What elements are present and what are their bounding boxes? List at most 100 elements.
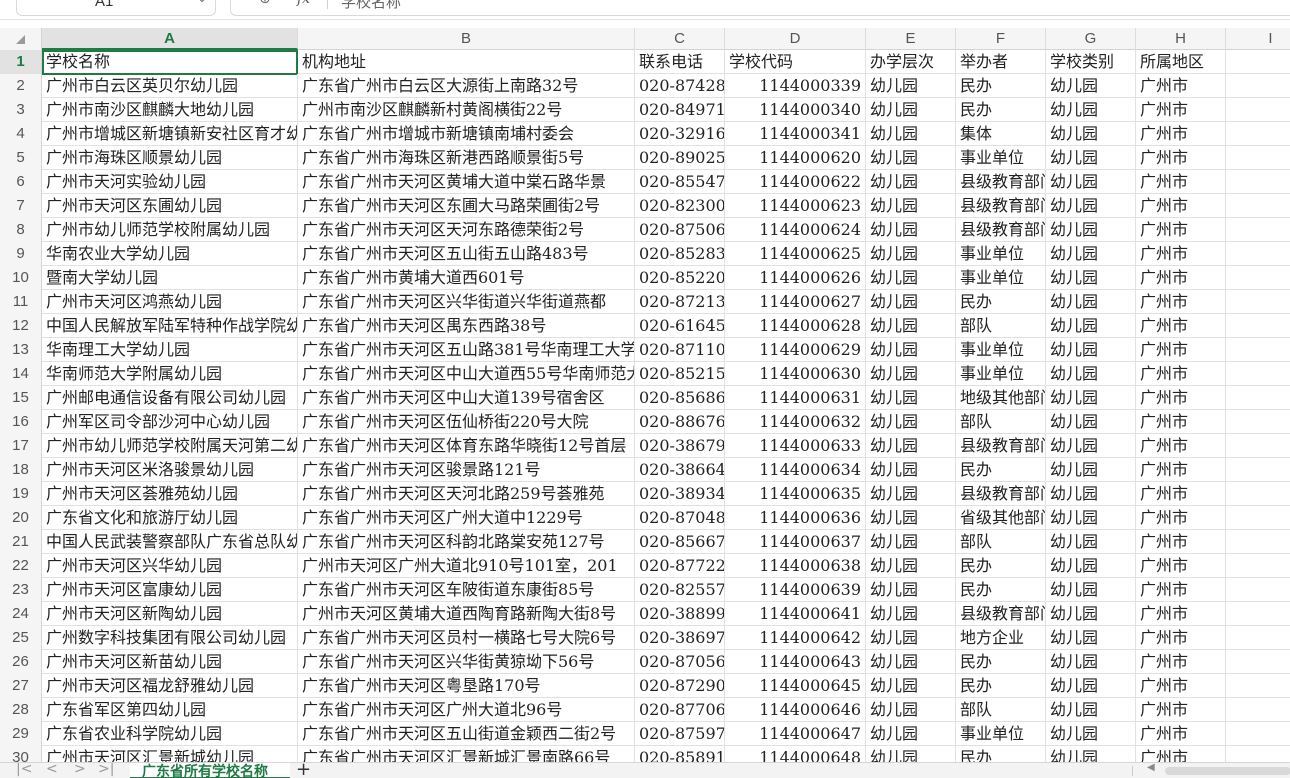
cell-g[interactable]: 幼儿园 xyxy=(1046,290,1136,314)
chevron-down-icon[interactable]: ⌄ xyxy=(197,0,207,5)
cell-g[interactable]: 幼儿园 xyxy=(1046,434,1136,458)
cell-g[interactable]: 幼儿园 xyxy=(1046,626,1136,650)
cell-f[interactable]: 地级其他部门 xyxy=(956,386,1046,410)
cell-a[interactable]: 广州市天河区新陶幼儿园 xyxy=(42,602,298,626)
cell-h[interactable]: 广州市 xyxy=(1136,194,1226,218)
cell-d[interactable]: 1144000643 xyxy=(725,650,866,674)
cell-f[interactable]: 举办者 xyxy=(956,50,1046,74)
row-header[interactable]: 15 xyxy=(0,386,42,410)
cell-g[interactable]: 幼儿园 xyxy=(1046,98,1136,122)
cell-d[interactable]: 1144000622 xyxy=(725,170,866,194)
cell-h[interactable]: 广州市 xyxy=(1136,242,1226,266)
cell-i[interactable] xyxy=(1226,410,1290,434)
cell-i[interactable] xyxy=(1226,338,1290,362)
cell-c[interactable]: 020-38679531 xyxy=(635,434,725,458)
cell-e[interactable]: 幼儿园 xyxy=(866,218,956,242)
cell-d[interactable]: 1144000633 xyxy=(725,434,866,458)
cell-f[interactable]: 民办 xyxy=(956,98,1046,122)
cell-h[interactable]: 广州市 xyxy=(1136,506,1226,530)
cell-e[interactable]: 幼儿园 xyxy=(866,314,956,338)
row-header[interactable]: 20 xyxy=(0,506,42,530)
zoom-icon[interactable]: ⊕ xyxy=(259,0,271,7)
cell-g[interactable]: 幼儿园 xyxy=(1046,530,1136,554)
cell-f[interactable]: 部队 xyxy=(956,530,1046,554)
cell-i[interactable] xyxy=(1226,602,1290,626)
cell-b[interactable]: 广东省广州市天河区伍仙桥街220号大院 xyxy=(298,410,635,434)
cell-f[interactable]: 民办 xyxy=(956,650,1046,674)
cell-e[interactable]: 幼儿园 xyxy=(866,266,956,290)
cell-e[interactable]: 幼儿园 xyxy=(866,362,956,386)
cell-a[interactable]: 广州市天河区荟雅苑幼儿园 xyxy=(42,482,298,506)
cell-f[interactable]: 地方企业 xyxy=(956,626,1046,650)
cell-e[interactable]: 幼儿园 xyxy=(866,122,956,146)
cell-a[interactable]: 广州市天河实验幼儿园 xyxy=(42,170,298,194)
cell-c[interactable]: 020-85686237 xyxy=(635,386,725,410)
row-header[interactable]: 21 xyxy=(0,530,42,554)
row-header[interactable]: 5 xyxy=(0,146,42,170)
cell-e[interactable]: 幼儿园 xyxy=(866,338,956,362)
cell-e[interactable]: 幼儿园 xyxy=(866,410,956,434)
cell-h[interactable]: 广州市 xyxy=(1136,410,1226,434)
cell-b[interactable]: 机构地址 xyxy=(298,50,635,74)
cell-c[interactable]: 020-89025913 xyxy=(635,146,725,170)
cell-g[interactable]: 幼儿园 xyxy=(1046,386,1136,410)
cell-g[interactable]: 幼儿园 xyxy=(1046,650,1136,674)
cell-b[interactable]: 广州市天河区广州大道北910号101室，201 xyxy=(298,554,635,578)
cell-e[interactable]: 幼儿园 xyxy=(866,602,956,626)
cell-d[interactable]: 1144000340 xyxy=(725,98,866,122)
row-header[interactable]: 16 xyxy=(0,410,42,434)
row-header[interactable]: 4 xyxy=(0,122,42,146)
cell-b[interactable]: 广东省广州市天河区兴华街黄猄坳下56号 xyxy=(298,650,635,674)
cell-g[interactable]: 幼儿园 xyxy=(1046,506,1136,530)
row-header[interactable]: 27 xyxy=(0,674,42,698)
cell-g[interactable]: 幼儿园 xyxy=(1046,722,1136,746)
row-header[interactable]: 24 xyxy=(0,602,42,626)
cell-h[interactable]: 广州市 xyxy=(1136,314,1226,338)
cell-d[interactable]: 1144000639 xyxy=(725,578,866,602)
cell-d[interactable]: 1144000638 xyxy=(725,554,866,578)
cell-i[interactable] xyxy=(1226,242,1290,266)
cell-h[interactable]: 广州市 xyxy=(1136,554,1226,578)
cell-c[interactable]: 020-87048301 xyxy=(635,506,725,530)
cell-b[interactable]: 广东省广州市天河区黄埔大道中棠石路华景 xyxy=(298,170,635,194)
cell-b[interactable]: 广东省广州市天河区五山路381号华南理工大学 xyxy=(298,338,635,362)
cell-e[interactable]: 幼儿园 xyxy=(866,290,956,314)
cell-e[interactable]: 办学层次 xyxy=(866,50,956,74)
cell-d[interactable]: 1144000646 xyxy=(725,698,866,722)
cell-e[interactable]: 幼儿园 xyxy=(866,458,956,482)
cell-h[interactable]: 广州市 xyxy=(1136,602,1226,626)
name-box[interactable]: A1 ⌄ xyxy=(16,0,216,16)
cell-i[interactable] xyxy=(1226,194,1290,218)
cell-c[interactable]: 020-85667311 xyxy=(635,530,725,554)
row-header[interactable]: 19 xyxy=(0,482,42,506)
cell-e[interactable]: 幼儿园 xyxy=(866,146,956,170)
formula-content[interactable]: 学校名称 xyxy=(341,0,401,12)
cell-c[interactable]: 020-87290431 xyxy=(635,674,725,698)
cell-i[interactable] xyxy=(1226,170,1290,194)
function-icon[interactable]: fx xyxy=(297,0,310,7)
next-sheet-icon[interactable]: > xyxy=(74,763,86,777)
cell-h[interactable]: 广州市 xyxy=(1136,386,1226,410)
formula-input[interactable]: ⊕ fx 学校名称 xyxy=(230,0,1290,16)
scroll-left-icon[interactable]: ◀ xyxy=(1147,763,1155,773)
cell-h[interactable]: 广州市 xyxy=(1136,98,1226,122)
cell-f[interactable]: 民办 xyxy=(956,458,1046,482)
column-header-c[interactable]: C xyxy=(635,28,725,50)
cell-b[interactable]: 广东省广州市天河区广州大道北96号 xyxy=(298,698,635,722)
cell-i[interactable] xyxy=(1226,218,1290,242)
cell-e[interactable]: 幼儿园 xyxy=(866,650,956,674)
row-header[interactable]: 12 xyxy=(0,314,42,338)
cell-a[interactable]: 广州市天河区兴华幼儿园 xyxy=(42,554,298,578)
cell-g[interactable]: 幼儿园 xyxy=(1046,338,1136,362)
cell-c[interactable]: 020-88676211 xyxy=(635,410,725,434)
cell-a[interactable]: 华南师范大学附属幼儿园 xyxy=(42,362,298,386)
row-header[interactable]: 11 xyxy=(0,290,42,314)
cell-c[interactable]: 020-38697531 xyxy=(635,626,725,650)
cell-b[interactable]: 广东省广州市天河区中山大道西55号华南师范大学 xyxy=(298,362,635,386)
column-header-b[interactable]: B xyxy=(298,28,635,50)
last-sheet-icon[interactable]: >| xyxy=(98,763,114,777)
cell-e[interactable]: 幼儿园 xyxy=(866,434,956,458)
cell-e[interactable]: 幼儿园 xyxy=(866,506,956,530)
cell-h[interactable]: 广州市 xyxy=(1136,362,1226,386)
select-all-corner[interactable] xyxy=(0,28,42,50)
